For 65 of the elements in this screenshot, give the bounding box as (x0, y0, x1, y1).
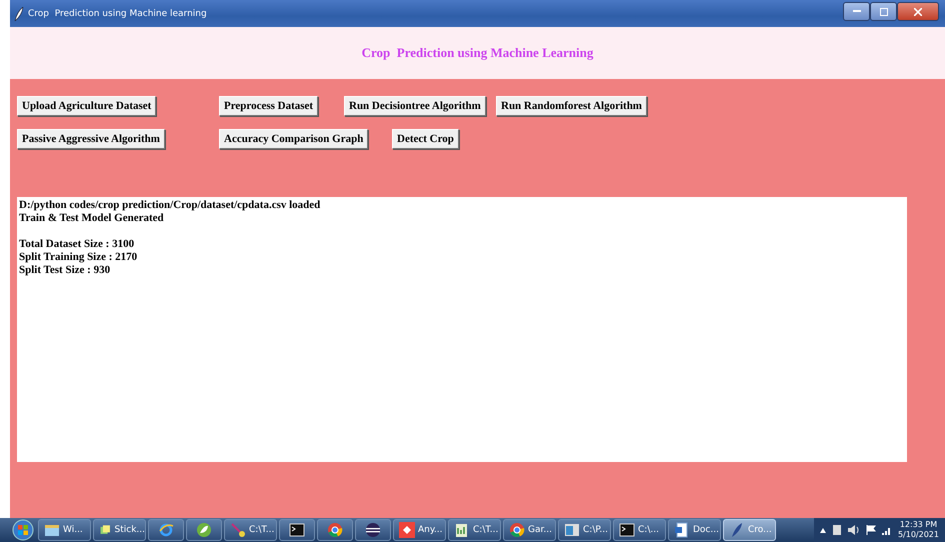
clock-date: 5/10/2021 (898, 530, 939, 540)
taskbar-item[interactable] (279, 519, 315, 541)
output-line: Total Dataset Size : 3100 (19, 238, 136, 251)
close-button[interactable] (897, 2, 939, 21)
output-line: Split Training Size : 2170 (19, 251, 138, 264)
window-icon (564, 522, 580, 538)
action-button[interactable]: Detect Crop (392, 129, 459, 149)
maximize-button[interactable] (870, 2, 897, 21)
taskbar-label: Cro... (748, 525, 772, 535)
output-line: Split Test Size : 930 (19, 264, 112, 277)
taskbar-item[interactable]: Stick... (93, 519, 146, 541)
leaf-icon (196, 522, 212, 538)
eclipse-icon (365, 522, 381, 538)
speaker-icon[interactable] (848, 525, 860, 535)
output-line: Train & Test Model Generated (19, 212, 165, 225)
taskbar-item[interactable] (186, 519, 222, 541)
taskbar-item[interactable]: C:\T... (448, 519, 501, 541)
app-heading: Crop Prediction using Machine Learning (362, 45, 594, 61)
taskbar-label: Gar... (528, 525, 552, 535)
start-button[interactable] (10, 519, 36, 541)
taskbar-label: C:\T... (473, 525, 498, 535)
taskbar-item[interactable]: Gar... (503, 519, 556, 541)
taskbar-item[interactable]: Doc... (668, 519, 721, 541)
chrome-icon (327, 522, 343, 538)
notepad-icon (454, 522, 470, 538)
action-button[interactable]: Accuracy Comparison Graph (219, 129, 368, 149)
signal-icon[interactable] (882, 526, 892, 534)
taskbar-item[interactable]: C:\... (613, 519, 666, 541)
clock-time: 12:33 PM (900, 520, 938, 530)
action-button[interactable]: Run Randomforest Algorithm (496, 96, 647, 116)
action-button[interactable]: Run Decisiontree Algorithm (344, 96, 486, 116)
taskbar-item[interactable]: Wi... (38, 519, 91, 541)
device-icon[interactable] (832, 524, 842, 536)
terminal-icon (619, 522, 635, 538)
feather-icon (14, 6, 24, 20)
maximize-icon (880, 8, 888, 16)
action-button[interactable]: Passive Aggressive Algorithm (17, 129, 165, 149)
action-button[interactable]: Preprocess Dataset (219, 96, 318, 116)
taskbar-label: C:\T... (249, 525, 274, 535)
taskbar-item[interactable] (317, 519, 353, 541)
caret-icon[interactable] (820, 528, 826, 532)
taskbar-item[interactable] (355, 519, 391, 541)
taskbar-label: Wi... (63, 525, 83, 535)
action-button[interactable]: Upload Agriculture Dataset (17, 96, 156, 116)
document-icon (674, 522, 690, 538)
window-title: Crop Prediction using Machine learning (28, 8, 208, 18)
taskbar-label: C:\... (638, 525, 659, 535)
taskbar-label: Any... (418, 525, 442, 535)
taskbar-label: Stick... (114, 525, 145, 535)
output-line: D:/python codes/crop prediction/Crop/dataset/cpdata.csv loaded (19, 199, 322, 212)
taskbar-item[interactable]: C:\T... (224, 519, 277, 541)
taskbar-item[interactable]: Any... (393, 519, 446, 541)
close-icon (914, 8, 922, 16)
taskbar-item[interactable]: C:\P... (558, 519, 611, 541)
taskbar-label: C:\P... (583, 525, 608, 535)
browser-icon (158, 522, 174, 538)
feather-icon (729, 522, 745, 538)
folder-icon (44, 522, 60, 538)
terminal-icon (289, 522, 305, 538)
taskbar-label: Doc... (693, 525, 719, 535)
chrome-icon (509, 522, 525, 538)
minimize-icon (852, 10, 860, 13)
flag-icon[interactable] (866, 525, 876, 535)
wand-icon (230, 522, 246, 538)
minimize-button[interactable] (843, 2, 870, 21)
